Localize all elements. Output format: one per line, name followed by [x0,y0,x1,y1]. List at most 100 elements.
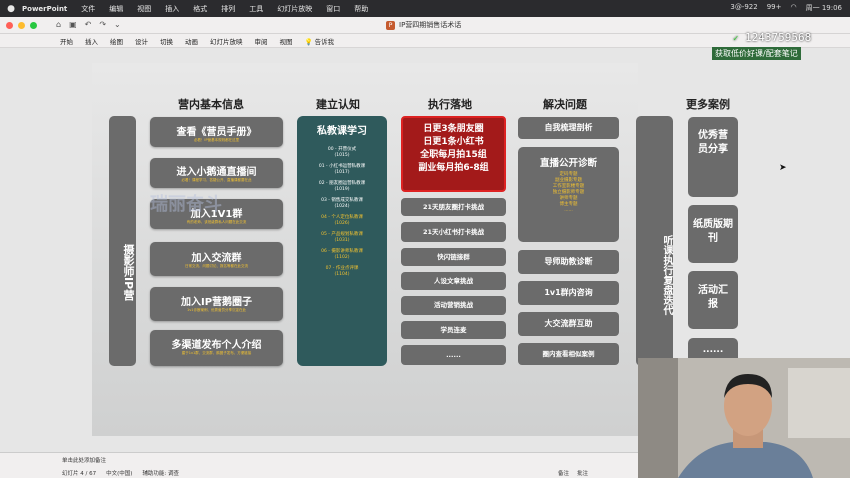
more-items[interactable]: ...... [401,345,506,365]
excellent-sharing[interactable]: 优秀营员分享 [688,117,738,197]
goal-line: 日更3条朋友圈 [423,124,484,134]
save-icon[interactable]: ▣ [69,20,77,29]
live-diagnosis-panel: 直播公开诊断 定码专题 副业摄影专题 工作室影楼专题 独立摄影师专题 讲师专题 博主专题.… [518,147,619,242]
private-course-panel: 私教课学习 00 - 开营仪式 (1015) 01 - 小红书运营私教课 (1017)… [297,116,387,366]
course-item[interactable]: 01 - 小红书运营私教课 (1017) [297,164,387,176]
consult-1v1[interactable]: 1v1群内咨询 [518,281,619,305]
similar-cases[interactable]: 圈内查看相似案例 [518,343,619,365]
contact-overlay: ✓ 1243759568 [733,31,811,44]
column-heading-execution: 执行落地 [428,98,472,111]
challenge-moments[interactable]: 21天朋友圈打卡挑战 [401,198,506,216]
menu-file[interactable]: 文件 [81,4,95,14]
intro-card[interactable]: 多渠道发布个人介绍 建于1v1群、交流群、鹅圈子发布、方便链接 [150,330,283,366]
course-item-date: (1104) [334,272,350,277]
tab-review[interactable]: 审阅 [255,36,268,46]
wifi-icon[interactable]: ◠ [790,3,796,13]
tab-transitions[interactable]: 切换 [160,36,173,46]
tab-home[interactable]: 开始 [60,36,73,46]
course-item[interactable]: 04 - 个人定位私教课 (1026) [297,215,387,227]
course-item[interactable]: 02 - 朋友圈运营私教课 (1019) [297,181,387,193]
menu-insert[interactable]: 插入 [165,4,179,14]
daily-goals-card: 日更3条朋友圈 日更1条小红书 全职每月拍15组 副业每月拍6-8组 [401,116,506,192]
powerpoint-icon: P [386,20,395,30]
accessibility-status[interactable]: 辅助功能: 调查 [142,469,179,477]
course-item-date: (1015) [334,153,350,158]
close-window-button[interactable] [6,22,13,29]
group-mutual-help[interactable]: 大交流群互助 [518,312,619,336]
menu-arrange[interactable]: 排列 [221,4,235,14]
paper-journal[interactable]: 纸质版期刊 [688,205,738,263]
notes-toggle-button[interactable]: 备注 [558,469,569,477]
camp-label-text: 摄影师IP营 [122,243,135,301]
course-item[interactable]: 00 - 开营仪式 (1015) [297,147,387,159]
tab-slideshow[interactable]: 幻灯片放映 [210,36,243,46]
tab-design[interactable]: 设计 [135,36,148,46]
window-title-bar: ⌂ ▣ ↶ ↷ ⌄ P IP营四期销售话术话 [0,17,850,34]
event-report[interactable]: 活动汇报 [688,271,738,329]
minimize-window-button[interactable] [18,22,25,29]
flash-link-group[interactable]: 快闪链接群 [401,248,506,266]
live-room-label: 进入小鹅通直播间 [176,167,257,178]
tab-animations[interactable]: 动画 [185,36,198,46]
language-indicator[interactable]: 中文(中国) [106,469,132,477]
presenter-webcam [638,358,850,478]
handbook-card[interactable]: 查看《营员手册》 必看！IP营基本规则都在这里 [150,117,283,147]
clock[interactable]: 周一 19:06 [806,3,842,13]
menu-help[interactable]: 帮助 [354,4,368,14]
live-diagnosis-title: 直播公开诊断 [539,158,597,169]
group-1v1-sub: 有的老师，该班级群私人问题在此交流 [186,220,247,224]
zoom-window-button[interactable] [30,22,37,29]
tab-draw[interactable]: 绘图 [110,36,123,46]
tab-view[interactable]: 视图 [280,36,293,46]
course-item[interactable]: 07 - 作业点评课 (1104) [297,266,387,278]
iterate-text: 听课执行复盘迭代 [661,235,672,315]
comments-toggle-button[interactable]: 批注 [577,469,588,477]
wechat-icon: ✓ [733,34,739,44]
mentor-diagnosis[interactable]: 导师助教诊断 [518,250,619,274]
live-topic: ...... [564,208,573,213]
circle-card[interactable]: 加入IP营鹅圈子 1v1诊断案例、优秀营员分享沉淀在此 [150,287,283,321]
app-menu[interactable]: PowerPoint [22,5,67,13]
notification-count[interactable]: 99+ [767,3,782,13]
menu-view[interactable]: 视图 [137,4,151,14]
course-item[interactable]: 06 - 摄影讲师私教课 (1102) [297,249,387,261]
document-title-text: IP营四期销售话术话 [399,21,462,29]
notes-placeholder[interactable]: 单击此处添加备注 [62,456,106,464]
apple-icon[interactable]: ● [0,4,22,14]
persona-article-challenge[interactable]: 人设文章挑战 [401,272,506,290]
network-status[interactable]: 3@-922 [730,3,757,13]
iterate-vertical: 听课执行复盘迭代 [636,116,673,366]
contact-id: 1243759568 [745,31,812,44]
circle-label: 加入IP营鹅圈子 [180,297,253,308]
course-item[interactable]: 05 - 产品规划私教课 (1031) [297,232,387,244]
undo-icon[interactable]: ↶ [85,20,92,29]
exchange-group-sub: 日常交流、问题讨论、报名等都在此交流 [185,264,248,268]
event-marketing-challenge[interactable]: 活动营销挑战 [401,296,506,315]
student-connect[interactable]: 学员连麦 [401,321,506,339]
more-icon[interactable]: ⌄ [114,20,121,29]
menu-edit[interactable]: 编辑 [109,4,123,14]
live-room-card[interactable]: 进入小鹅通直播间 必看！课程学习、答疑公开、直播课都要在此 [150,158,283,188]
redo-icon[interactable]: ↷ [99,20,106,29]
menubar-status: 3@-922 99+ ◠ 周一 19:06 [730,3,842,13]
exchange-group-card[interactable]: 加入交流群 日常交流、问题讨论、报名等都在此交流 [150,242,283,276]
menu-slideshow[interactable]: 幻灯片放映 [277,4,312,14]
promo-banner: 获取低价好课/配套笔记 [712,47,801,60]
home-icon[interactable]: ⌂ [56,20,61,29]
handbook-sub: 必看！IP营基本规则都在这里 [193,138,240,142]
menu-window[interactable]: 窗口 [326,4,340,14]
column-heading-cognition: 建立认知 [316,98,360,111]
self-analysis[interactable]: 自我梳理剖析 [518,117,619,139]
camp-label-vertical: 摄影师IP营 [109,116,136,366]
tab-insert[interactable]: 插入 [85,36,98,46]
quick-access-toolbar: ⌂ ▣ ↶ ↷ ⌄ [56,20,121,29]
menu-format[interactable]: 格式 [193,4,207,14]
status-right: 备注 批注 [558,469,588,477]
challenge-xiaohongshu[interactable]: 21天小红书打卡挑战 [401,222,506,242]
course-item-date: (1102) [334,255,350,260]
slide-counter: 幻灯片 4 / 67 [62,471,97,477]
tell-me-search[interactable]: 💡 告诉我 [305,36,335,46]
course-item[interactable]: 03 - 销售成交私教课 (1024) [297,198,387,210]
menu-tools[interactable]: 工具 [249,4,263,14]
goal-line: 日更1条小红书 [423,137,484,147]
